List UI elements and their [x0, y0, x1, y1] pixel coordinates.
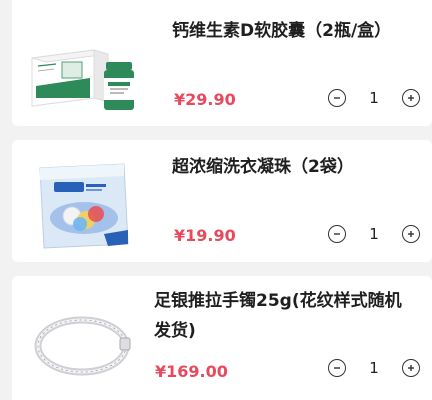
minus-icon[interactable]: [328, 359, 346, 377]
quantity-stepper: 1: [328, 223, 420, 245]
product-title[interactable]: 超浓缩洗衣凝珠（2袋）: [172, 152, 420, 182]
product-price: ¥19.90: [174, 226, 236, 245]
plus-icon[interactable]: [402, 225, 420, 243]
cart-list: 钙维生素D软胶囊（2瓶/盒） ¥29.90 1 超浓缩洗衣凝珠（2袋） ¥19.…: [0, 0, 432, 400]
minus-icon[interactable]: [328, 89, 346, 107]
quantity-stepper: 1: [328, 357, 420, 379]
product-price: ¥29.90: [174, 90, 236, 109]
quantity-value: 1: [369, 225, 379, 243]
product-title[interactable]: 足银推拉手镯25g(花纹样式随机发货): [154, 286, 416, 346]
product-image-silver-bracelet[interactable]: [24, 298, 144, 388]
cart-item[interactable]: 足银推拉手镯25g(花纹样式随机发货) ¥169.00 1: [12, 276, 432, 400]
minus-icon[interactable]: [328, 225, 346, 243]
plus-icon[interactable]: [402, 89, 420, 107]
product-image-laundry-pods[interactable]: [24, 160, 144, 250]
quantity-stepper: 1: [328, 87, 420, 109]
product-title[interactable]: 钙维生素D软胶囊（2瓶/盒）: [172, 16, 420, 46]
product-image-supplement[interactable]: [24, 28, 144, 118]
cart-item[interactable]: 超浓缩洗衣凝珠（2袋） ¥19.90 1: [12, 140, 432, 262]
quantity-value: 1: [369, 359, 379, 377]
plus-icon[interactable]: [402, 359, 420, 377]
product-price: ¥169.00: [155, 362, 228, 381]
cart-item[interactable]: 钙维生素D软胶囊（2瓶/盒） ¥29.90 1: [12, 0, 432, 126]
quantity-value: 1: [369, 89, 379, 107]
